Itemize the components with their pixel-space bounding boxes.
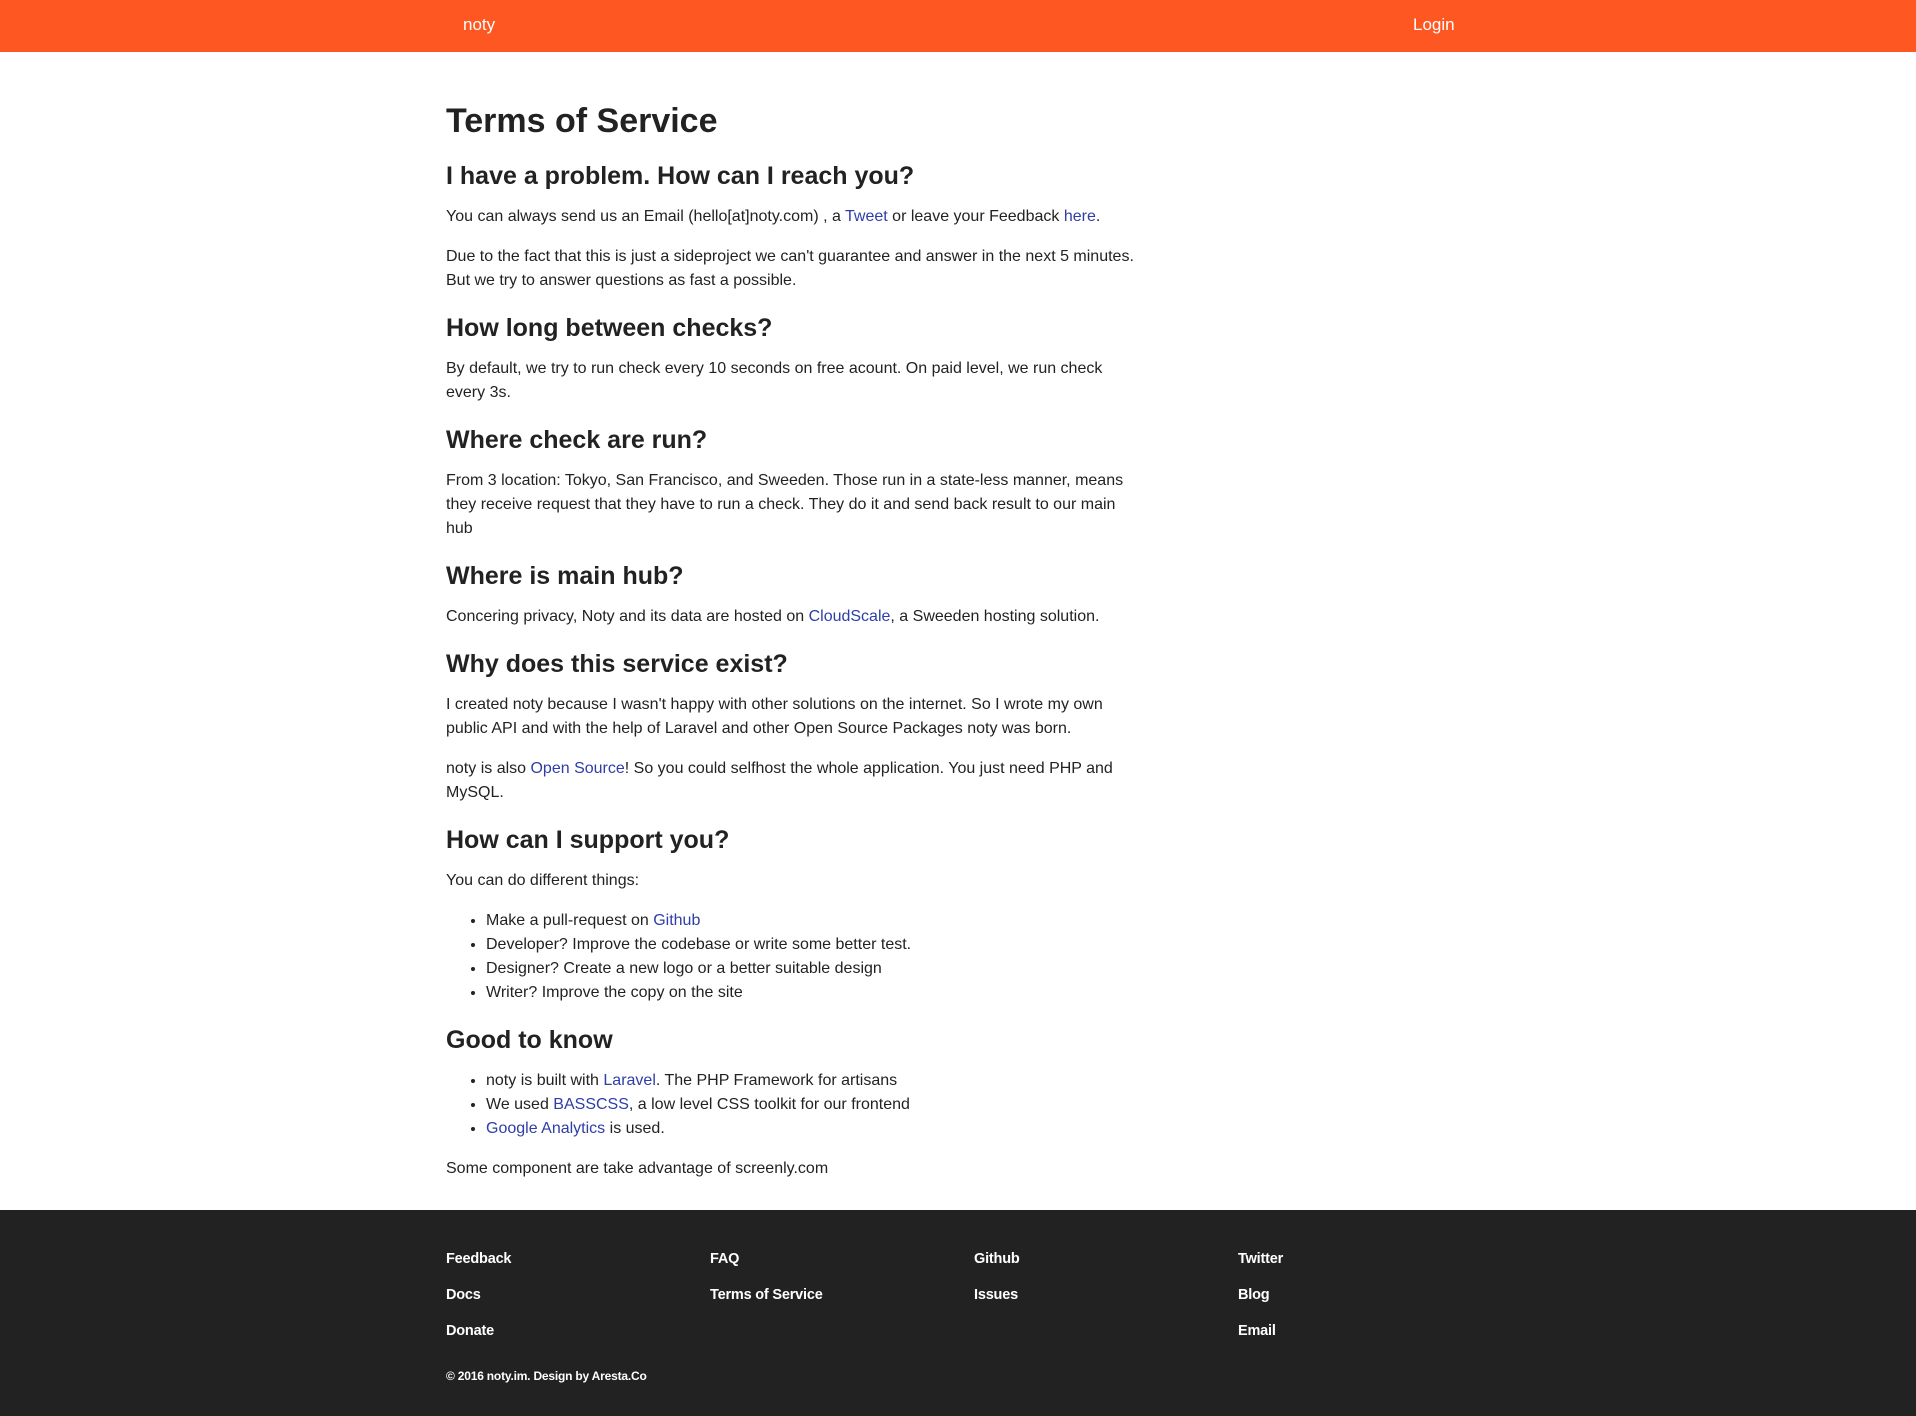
footer-link-blog[interactable]: Blog bbox=[1238, 1286, 1283, 1304]
contact-text-3: . bbox=[1095, 208, 1101, 225]
list-item: Make a pull-request on Github bbox=[486, 909, 1136, 933]
copyright-text: © 2016 noty.im. Design by Aresta.Co bbox=[446, 1369, 647, 1383]
brand-link[interactable]: noty bbox=[463, 15, 495, 35]
main-hub-paragraph: Concering privacy, Noty and its data are… bbox=[446, 605, 1136, 629]
footer-column-4: Twitter Blog Email bbox=[1238, 1250, 1283, 1358]
list-item: We used BASSCSS, a low level CSS toolkit… bbox=[486, 1093, 1136, 1117]
good-item-2-text-2: , a low level CSS toolkit for our fronte… bbox=[628, 1096, 910, 1113]
laravel-link[interactable]: Laravel bbox=[603, 1072, 655, 1089]
where-run-paragraph: From 3 location: Tokyo, San Francisco, a… bbox=[446, 472, 1124, 537]
contact-text-1: You can always send us an Email (hello[a… bbox=[446, 208, 846, 225]
top-navbar: noty Login bbox=[0, 0, 1916, 52]
list-item: Google Analytics is used. bbox=[486, 1117, 1136, 1141]
good-item-2-text-1: We used bbox=[486, 1096, 554, 1113]
footer-column-1: Feedback Docs Donate bbox=[446, 1250, 511, 1358]
main-hub-text-1: Concering privacy, Noty and its data are… bbox=[446, 608, 809, 625]
footer-link-email[interactable]: Email bbox=[1238, 1322, 1283, 1340]
github-link[interactable]: Github bbox=[653, 912, 700, 929]
feedback-here-link[interactable]: here bbox=[1064, 208, 1096, 225]
footer-link-faq[interactable]: FAQ bbox=[710, 1250, 823, 1268]
support-intro: You can do different things: bbox=[446, 872, 640, 889]
google-analytics-link[interactable]: Google Analytics bbox=[486, 1120, 605, 1137]
checks-paragraph: By default, we try to run check every 10… bbox=[446, 360, 1103, 401]
footer-link-issues[interactable]: Issues bbox=[974, 1286, 1020, 1304]
list-item: Developer? Improve the codebase or write… bbox=[486, 933, 1136, 957]
main-content: Terms of Service I have a problem. How c… bbox=[446, 100, 1136, 1197]
basscss-link[interactable]: BASSCSS bbox=[553, 1096, 629, 1113]
support-item-1-text: Make a pull-request on bbox=[486, 912, 654, 929]
list-item: Designer? Create a new logo or a better … bbox=[486, 957, 1136, 981]
open-source-text-1: noty is also bbox=[446, 760, 531, 777]
section-heading-why: Why does this service exist? bbox=[446, 650, 788, 678]
footer-link-terms[interactable]: Terms of Service bbox=[710, 1286, 823, 1304]
good-item-3-text: is used. bbox=[605, 1120, 665, 1137]
main-hub-text-2: , a Sweeden hosting solution. bbox=[890, 608, 1100, 625]
contact-paragraph: You can always send us an Email (hello[a… bbox=[446, 205, 1136, 229]
footer-column-3: Github Issues bbox=[974, 1250, 1020, 1322]
page-title: Terms of Service bbox=[446, 102, 718, 140]
closing-paragraph: Some component are take advantage of scr… bbox=[446, 1160, 829, 1177]
footer-column-2: FAQ Terms of Service bbox=[710, 1250, 823, 1322]
footer-link-docs[interactable]: Docs bbox=[446, 1286, 511, 1304]
section-heading-good-to-know: Good to know bbox=[446, 1026, 613, 1054]
contact-text-2: or leave your Feedback bbox=[887, 208, 1064, 225]
good-item-1-text-2: . The PHP Framework for artisans bbox=[655, 1072, 898, 1089]
cloudscale-link[interactable]: CloudScale bbox=[809, 608, 891, 625]
section-heading-main-hub: Where is main hub? bbox=[446, 562, 684, 590]
open-source-paragraph: noty is also Open Source! So you could s… bbox=[446, 757, 1136, 805]
why-paragraph: I created noty because I wasn't happy wi… bbox=[446, 696, 1103, 737]
list-item: Writer? Improve the copy on the site bbox=[486, 981, 1136, 1005]
support-list: Make a pull-request on Github Developer?… bbox=[446, 909, 1136, 1005]
footer-link-github[interactable]: Github bbox=[974, 1250, 1020, 1268]
good-item-1-text-1: noty is built with bbox=[486, 1072, 604, 1089]
tweet-link[interactable]: Tweet bbox=[845, 208, 888, 225]
footer-link-donate[interactable]: Donate bbox=[446, 1322, 511, 1340]
good-to-know-list: noty is built with Laravel. The PHP Fram… bbox=[446, 1069, 1136, 1141]
response-time-paragraph: Due to the fact that this is just a side… bbox=[446, 248, 1134, 289]
open-source-link[interactable]: Open Source bbox=[530, 760, 624, 777]
section-heading-where-run: Where check are run? bbox=[446, 426, 708, 454]
section-heading-checks: How long between checks? bbox=[446, 314, 773, 342]
login-link[interactable]: Login bbox=[1413, 15, 1455, 35]
footer-link-feedback[interactable]: Feedback bbox=[446, 1250, 511, 1268]
list-item: noty is built with Laravel. The PHP Fram… bbox=[486, 1069, 1136, 1093]
section-heading-contact: I have a problem. How can I reach you? bbox=[446, 162, 915, 190]
footer: Feedback Docs Donate FAQ Terms of Servic… bbox=[0, 1210, 1916, 1416]
section-heading-support: How can I support you? bbox=[446, 826, 730, 854]
footer-link-twitter[interactable]: Twitter bbox=[1238, 1250, 1283, 1268]
